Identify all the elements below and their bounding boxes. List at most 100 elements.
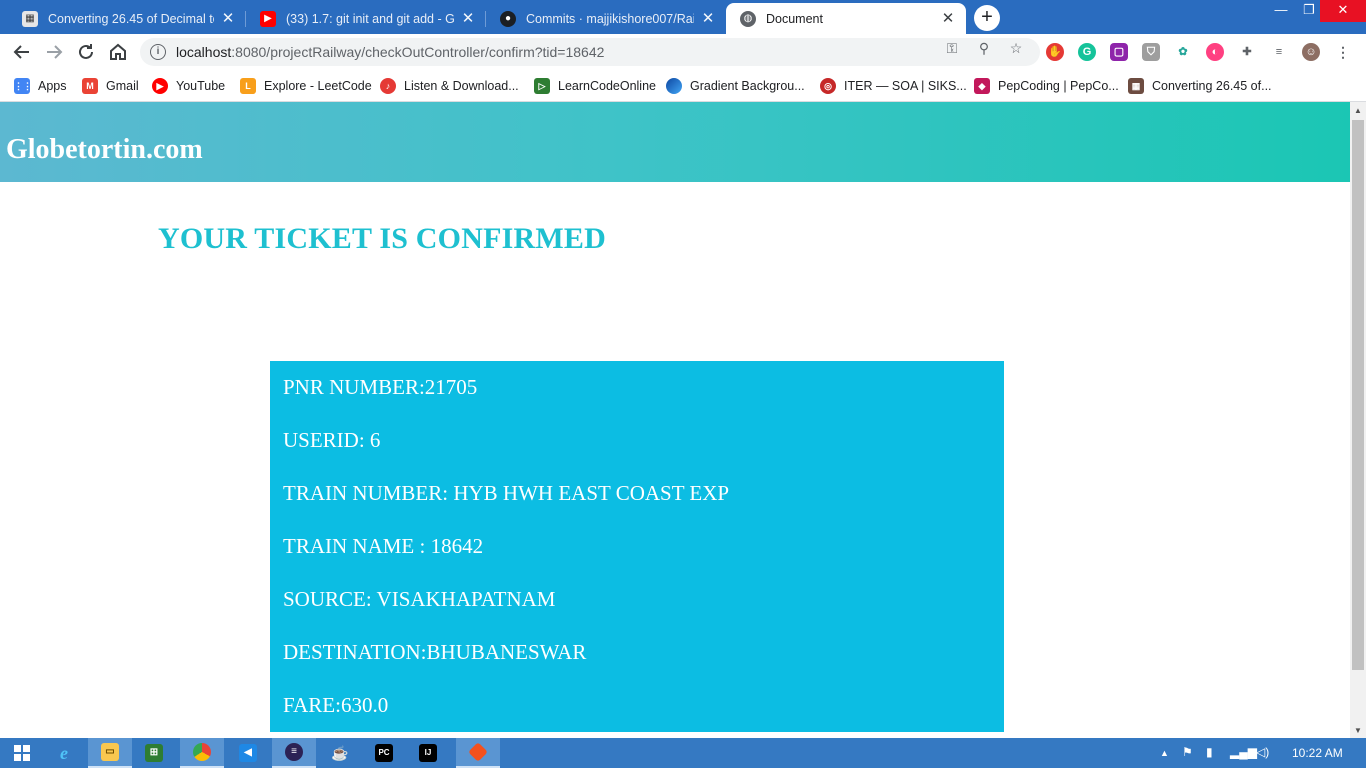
music-icon: ♪ [380,78,396,94]
iter-icon: ◎ [820,78,836,94]
learncode-icon: ▷ [534,78,550,94]
intellij-icon: IJ [419,744,437,762]
tray-expand-icon[interactable]: ▲ [1160,748,1169,758]
purple-extension-icon[interactable]: ▢ [1110,43,1128,61]
tab-title: Converting 26.45 of Decimal to B [48,11,214,26]
home-icon [110,43,126,60]
fare: FARE:630.0 [283,693,389,717]
close-window-button[interactable]: ✕ [1320,0,1366,22]
source-station: SOURCE: VISAKHAPATNAM [283,587,556,611]
scroll-thumb[interactable] [1352,120,1364,670]
java-icon: ☕ [331,745,349,761]
bookmark-label: ITER — SOA | SIKS... [844,79,967,93]
grammarly-extension-icon[interactable]: G [1078,43,1096,61]
tab-github-commits[interactable]: ● Commits · majjikishore007/Railw ✕ [486,3,726,34]
pycharm-icon: PC [375,744,393,762]
folder-icon: ▭ [101,743,119,761]
site-brand[interactable]: Globetortin.com [6,134,203,166]
tab-youtube-git[interactable]: ▶ (33) 1.7: git init and git add - Git ✕ [246,3,486,34]
leetcode-icon: L [240,78,256,94]
taskbar-chrome[interactable] [180,738,224,768]
browser-toolbar: i localhost:8080/projectRailway/checkOut… [0,34,1366,70]
bookmark-youtube[interactable]: ▶ YouTube [152,77,225,95]
taskbar-intellij[interactable]: IJ [406,738,450,768]
vscode-icon: ◀ [239,744,257,762]
close-tab-icon[interactable]: ✕ [700,10,716,27]
grid-favicon-icon: ▦ [1128,78,1144,94]
start-button[interactable] [0,738,44,768]
ticket-details-card: PNR NUMBER:21705 USERID: 6 TRAIN NUMBER:… [270,361,1004,732]
network-signal-icon[interactable]: ▂▄▆ [1230,745,1257,759]
bookmark-listen-download[interactable]: ♪ Listen & Download... [380,77,519,95]
bookmark-label: LearnCodeOnline [558,79,656,93]
taskbar-pycharm[interactable]: PC [362,738,406,768]
taskbar-store[interactable]: ⊞ [132,738,176,768]
pnr-number: PNR NUMBER:21705 [283,375,478,399]
eclipse-icon: ≡ [285,743,303,761]
puzzle-extensions-icon[interactable]: ✚ [1238,43,1256,61]
internet-explorer-icon: e [60,743,68,763]
apps-grid-icon: ⋮⋮ [14,78,32,94]
close-tab-icon[interactable]: ✕ [940,10,956,27]
vertical-scrollbar[interactable]: ▲ ▼ [1350,102,1366,738]
arrow-right-icon [47,45,63,59]
volume-icon[interactable]: ◁) [1256,745,1269,759]
scroll-up-arrow-icon[interactable]: ▲ [1354,106,1362,115]
media-queue-icon[interactable]: ≡ [1270,43,1288,61]
tab-document[interactable]: ◍ Document ✕ [726,3,966,34]
battery-icon[interactable]: ▮ [1206,745,1213,759]
shield-extension-icon[interactable]: ⛉ [1142,43,1160,61]
action-center-flag-icon[interactable]: ⚑ [1182,745,1193,759]
forward-button[interactable] [42,40,66,64]
bookmark-label: Listen & Download... [404,79,519,93]
close-tab-icon[interactable]: ✕ [460,10,476,27]
windows-taskbar: e ▭ ⊞ ◀ ≡ ☕ PC IJ ▲ ⚑ ▮ ▂▄▆ ◁) 10:22 AM [0,738,1366,768]
taskbar-file-explorer[interactable]: ▭ [88,738,132,768]
browser-tab-strip: ▦ Converting 26.45 of Decimal to B ✕ ▶ (… [0,0,1366,34]
taskbar-clock[interactable]: 10:22 AM [1292,746,1343,760]
bookmark-leetcode[interactable]: L Explore - LeetCode [240,77,372,95]
menu-kebab-icon[interactable]: ⋮ [1334,43,1352,61]
scroll-down-arrow-icon[interactable]: ▼ [1354,726,1362,735]
tab-converting-decimal[interactable]: ▦ Converting 26.45 of Decimal to B ✕ [8,3,246,34]
arrow-left-icon [13,45,29,59]
destination-station: DESTINATION:BHUBANESWAR [283,640,587,664]
bookmark-gradient-backgrounds[interactable]: Gradient Backgrou... [666,77,805,95]
taskbar-java[interactable]: ☕ [318,738,362,768]
taskbar-internet-explorer[interactable]: e [42,738,86,768]
taskbar-vscode[interactable]: ◀ [226,738,270,768]
gmail-icon: M [82,78,98,94]
bookmark-label: Gmail [106,79,139,93]
bookmark-gmail[interactable]: M Gmail [82,77,139,95]
github-icon: ● [500,10,516,27]
confirmation-heading: YOUR TICKET IS CONFIRMED [158,222,606,255]
teal-extension-icon[interactable]: ✿ [1174,43,1192,61]
bookmark-iter-soa[interactable]: ◎ ITER — SOA | SIKS... [820,77,967,95]
bookmark-label: Apps [38,79,67,93]
address-bar[interactable]: i localhost:8080/projectRailway/checkOut… [140,38,1040,66]
tab-title: (33) 1.7: git init and git add - Git [286,11,454,26]
adblock-extension-icon[interactable]: ✋ [1046,43,1064,61]
site-info-icon[interactable]: i [150,44,166,60]
reload-icon [79,44,93,59]
reload-button[interactable] [74,40,98,64]
new-tab-button[interactable]: + [974,5,1000,31]
youtube-icon: ▶ [260,10,276,27]
bookmark-star-icon[interactable]: ☆ [1008,40,1024,56]
zoom-icon[interactable]: ⚲ [976,40,992,56]
bookmark-pepcoding[interactable]: ◆ PepCoding | PepCo... [974,77,1119,95]
home-button[interactable] [106,40,130,64]
bookmark-apps[interactable]: ⋮⋮ Apps [14,77,67,95]
bookmarks-bar: ⋮⋮ Apps M Gmail ▶ YouTube L Explore - Le… [0,70,1366,102]
key-icon[interactable]: ⚿ [944,40,960,56]
back-button[interactable] [10,40,34,64]
pink-extension-icon[interactable]: ◐ [1206,43,1224,61]
taskbar-git[interactable] [456,738,500,768]
taskbar-eclipse[interactable]: ≡ [272,738,316,768]
globe-icon: ◍ [740,10,756,27]
bookmark-learncodeonline[interactable]: ▷ LearnCodeOnline [534,77,656,95]
close-tab-icon[interactable]: ✕ [220,10,236,27]
windows-logo-icon [14,745,30,761]
avatar[interactable]: ☺ [1302,43,1320,61]
bookmark-converting[interactable]: ▦ Converting 26.45 of... [1128,77,1272,95]
